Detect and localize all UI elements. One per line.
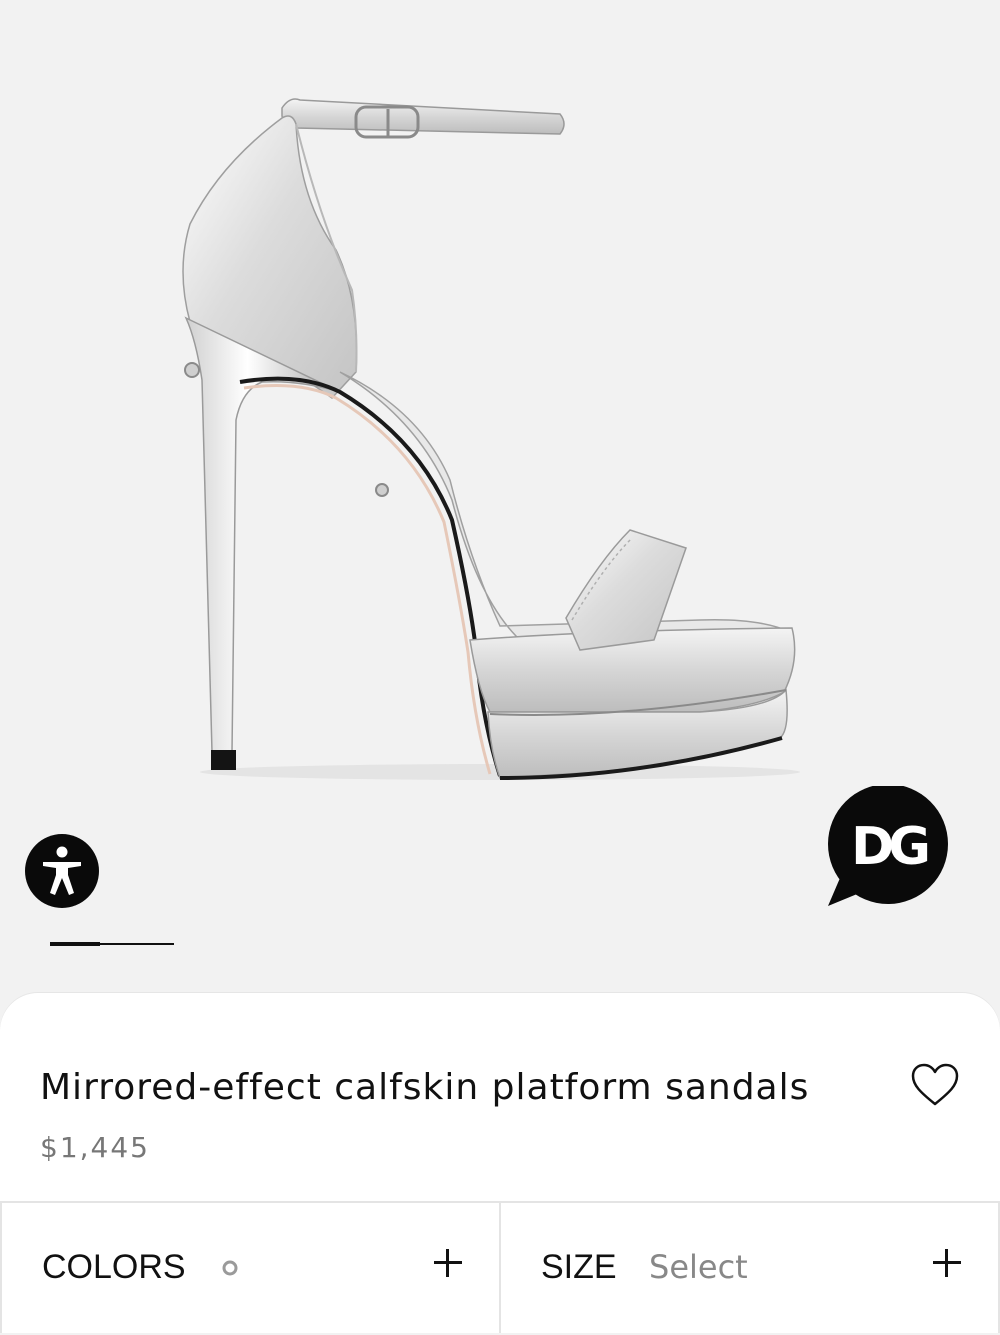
wishlist-button[interactable] [910,1062,960,1112]
product-price: $1,445 [40,1131,150,1164]
accessibility-button[interactable] [25,834,99,908]
colors-selector[interactable]: COLORS [0,1203,501,1333]
colors-label: COLORS [42,1248,186,1286]
size-value: Select [649,1248,748,1286]
size-label: SIZE [541,1248,617,1286]
brand-chat-button[interactable]: DG [826,784,950,908]
dot-icon [222,1260,238,1276]
heart-outline-icon [911,1063,959,1106]
variant-selectors: COLORS SIZE Select [0,1201,1000,1335]
gallery-pagination [50,942,174,946]
dg-logo-text: DG [851,817,927,877]
pagination-active-segment [50,942,100,946]
dg-chat-icon: DG [828,784,948,906]
size-expand-plus-icon[interactable] [933,1249,961,1277]
accessibility-icon [43,846,81,895]
size-selector[interactable]: SIZE Select [501,1203,1000,1333]
product-image-gallery[interactable]: DG [0,0,1000,1000]
colors-expand-plus-icon[interactable] [434,1249,462,1277]
product-title: Mirrored-effect calfskin platform sandal… [40,1067,810,1108]
